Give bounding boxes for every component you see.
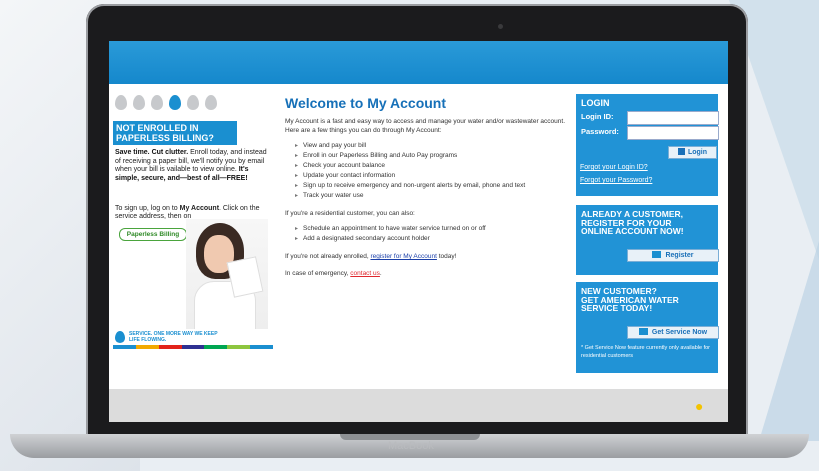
site-footer bbox=[109, 389, 728, 422]
promo-tagline: SERVICE. ONE MORE WAY WE KEEP LIFE FLOWI… bbox=[129, 331, 218, 343]
page-title: Welcome to My Account bbox=[285, 95, 447, 111]
stripe-segment bbox=[135, 345, 159, 349]
drop-icons bbox=[115, 95, 217, 110]
promo-title: NOT ENROLLED IN PAPERLESS BILLING? bbox=[113, 121, 237, 145]
stripe-segment bbox=[250, 345, 274, 349]
camera-icon bbox=[498, 24, 503, 29]
water-drop-icon bbox=[205, 95, 217, 110]
duck-icon: ● bbox=[695, 398, 704, 414]
water-drop-icon bbox=[151, 95, 163, 110]
get-service-now-button[interactable]: Get Service Now bbox=[627, 326, 719, 339]
stripe-segment bbox=[204, 345, 228, 349]
water-drop-icon bbox=[133, 95, 145, 110]
color-stripe bbox=[113, 345, 274, 349]
new-customer-title: NEW CUSTOMER? GET AMERICAN WATER SERVICE… bbox=[581, 286, 679, 314]
promo-photo bbox=[186, 219, 268, 329]
screen: NOT ENROLLED IN PAPERLESS BILLING? Save … bbox=[109, 41, 728, 422]
list-item: Sign up to receive emergency and non-urg… bbox=[295, 181, 575, 191]
stripe-segment bbox=[158, 345, 182, 349]
list-item: Update your contact information bbox=[295, 171, 575, 181]
forgot-password-link[interactable]: Forgot your Password? bbox=[580, 177, 652, 184]
water-drop-icon bbox=[187, 95, 199, 110]
register-link[interactable]: register for My Account bbox=[370, 253, 436, 260]
main-content: Welcome to My Account My Account is a fa… bbox=[285, 95, 575, 278]
register-title: ALREADY A CUSTOMER, REGISTER FOR YOUR ON… bbox=[581, 209, 684, 237]
new-customer-panel: NEW CUSTOMER? GET AMERICAN WATER SERVICE… bbox=[576, 282, 719, 373]
intro-text: My Account is a fast and easy way to acc… bbox=[285, 118, 566, 134]
laptop-brand: MacBook bbox=[388, 440, 434, 452]
login-button[interactable]: Login bbox=[668, 146, 717, 159]
arrow-icon bbox=[677, 148, 685, 155]
promo-body: Save time. Cut clutter. Enroll today, an… bbox=[115, 149, 267, 182]
list-item: Check your account balance bbox=[295, 161, 575, 171]
register-panel: ALREADY A CUSTOMER, REGISTER FOR YOUR ON… bbox=[576, 205, 719, 275]
list-item: Schedule an appointment to have water se… bbox=[295, 224, 575, 234]
stripe-segment bbox=[181, 345, 205, 349]
enroll-text: If you're not already enrolled, register… bbox=[285, 253, 457, 260]
residential-text: If you're a residential customer, you ca… bbox=[285, 210, 415, 217]
water-drop-icon bbox=[115, 95, 127, 110]
login-panel: LOGIN Login ID: Password: Login Forgot y… bbox=[576, 94, 719, 196]
list-item: Enroll in our Paperless Billing and Auto… bbox=[295, 151, 575, 161]
features-list: View and pay your billEnroll in our Pape… bbox=[285, 141, 575, 201]
residential-list: Schedule an appointment to have water se… bbox=[285, 224, 575, 244]
password-input[interactable] bbox=[627, 126, 719, 140]
login-id-label: Login ID: bbox=[581, 112, 614, 121]
list-item: Track your water use bbox=[295, 191, 575, 201]
arrow-icon bbox=[652, 251, 662, 258]
login-title: LOGIN bbox=[581, 98, 610, 108]
register-button[interactable]: Register bbox=[627, 249, 719, 262]
paperless-billing-button[interactable]: Paperless Billing bbox=[119, 228, 187, 241]
contact-us-link[interactable]: contact us bbox=[350, 270, 380, 277]
paperless-promo: NOT ENROLLED IN PAPERLESS BILLING? Save … bbox=[111, 95, 274, 353]
stripe-segment bbox=[113, 345, 136, 349]
list-item: Add a designated secondary account holde… bbox=[295, 234, 575, 244]
list-item: View and pay your bill bbox=[295, 141, 575, 151]
emergency-text: In case of emergency, contact us. bbox=[285, 270, 382, 277]
service-note: * Get Service Now feature currently only… bbox=[581, 345, 711, 359]
login-id-input[interactable] bbox=[627, 111, 719, 125]
arrow-icon bbox=[638, 328, 648, 335]
forgot-login-id-link[interactable]: Forgot your Login ID? bbox=[580, 164, 648, 171]
water-drop-icon bbox=[169, 95, 181, 110]
site-header bbox=[109, 41, 728, 84]
password-label: Password: bbox=[581, 127, 619, 136]
stripe-segment bbox=[227, 345, 251, 349]
background-shape bbox=[759, 241, 819, 441]
